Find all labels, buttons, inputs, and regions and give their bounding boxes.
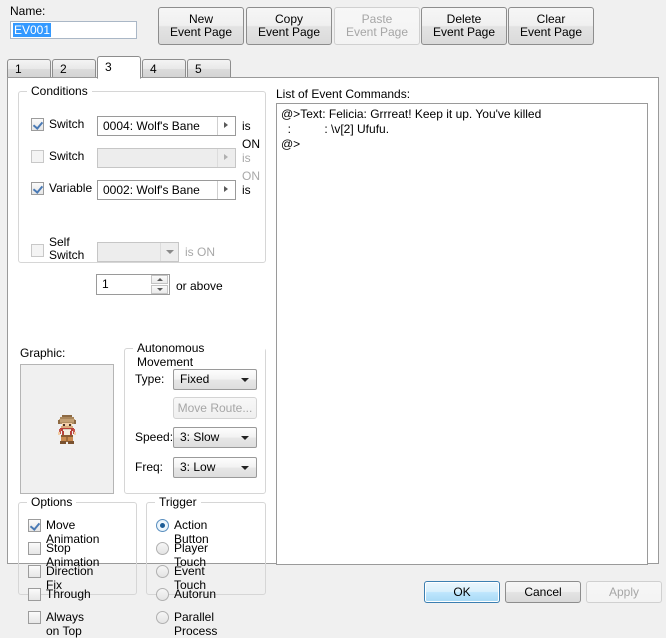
tab-page-1[interactable]: 1 [7, 59, 51, 78]
condition-self-switch-label: Self Switch [49, 236, 84, 262]
condition-variable-label: Variable [49, 181, 93, 195]
movement-speed-value: 3: Slow [180, 430, 220, 444]
command-list-label: List of Event Commands: [276, 87, 411, 101]
name-label: Name: [10, 4, 46, 18]
condition-switch-1-label: Switch [49, 117, 85, 131]
condition-switch-2-label: Switch [49, 149, 85, 163]
movement-speed-dropdown[interactable]: 3: Slow [173, 427, 257, 448]
condition-switch-2-combo [97, 148, 236, 168]
movement-freq-label: Freq: [135, 460, 164, 474]
ok-button[interactable]: OK [424, 581, 500, 603]
condition-self-switch-checkbox[interactable] [31, 244, 44, 257]
condition-variable-amount-input[interactable]: 1 [96, 274, 170, 295]
cancel-button[interactable]: Cancel [505, 581, 581, 603]
movement-type-dropdown[interactable]: Fixed [173, 369, 257, 390]
condition-variable-checkbox[interactable] [31, 182, 44, 195]
event-command-list[interactable]: @>Text: Felicia: Grrreat! Keep it up. Yo… [276, 103, 648, 565]
movement-speed-label: Speed: [135, 430, 174, 444]
option-always-on-top-checkbox[interactable] [28, 611, 41, 624]
event-page-tabstrip: 1 2 3 4 5 [7, 56, 659, 79]
condition-switch-1-checkbox[interactable] [31, 118, 44, 131]
trigger-action-button-radio[interactable] [156, 519, 169, 532]
condition-switch-1-combo[interactable]: 0004: Wolf's Bane [97, 116, 236, 136]
option-always-on-top-label: Always on Top [46, 610, 85, 638]
tab-page-5[interactable]: 5 [187, 59, 231, 78]
event-name-input[interactable]: EV001 [10, 21, 137, 39]
spinner-down-icon[interactable] [151, 285, 168, 294]
movement-freq-dropdown[interactable]: 3: Low [173, 457, 257, 478]
condition-variable-amount-value: 1 [102, 277, 109, 291]
new-event-page-button[interactable]: New Event Page [158, 7, 244, 45]
condition-variable-suffix: is [242, 183, 251, 197]
condition-self-switch-suffix: is ON [185, 245, 215, 259]
condition-switch-1-suffix: is ON [242, 119, 260, 151]
option-direction-fix-checkbox[interactable] [28, 565, 41, 578]
movement-freq-value: 3: Low [180, 460, 216, 474]
delete-event-page-line2: Event Page [432, 25, 496, 39]
options-group: Options Move Animation Stop Animation Di… [18, 495, 137, 638]
clear-event-page-button[interactable]: Clear Event Page [508, 7, 594, 45]
paste-event-page-button: Paste Event Page [334, 7, 420, 45]
trigger-event-touch-radio[interactable] [156, 565, 169, 578]
trigger-autorun-radio[interactable] [156, 588, 169, 601]
spinner-up-icon[interactable] [151, 275, 168, 284]
tab-page-4[interactable]: 4 [142, 59, 186, 78]
character-sprite-icon [55, 413, 79, 445]
trigger-parallel-process-radio[interactable] [156, 611, 169, 624]
tab-page-2[interactable]: 2 [52, 59, 96, 78]
condition-variable-value: 0002: Wolf's Bane [103, 183, 200, 197]
option-move-animation-checkbox[interactable] [28, 519, 41, 532]
conditions-group: Conditions Switch 0004: Wolf's Bane is O… [18, 84, 266, 263]
trigger-parallel-process-label: Parallel Process [174, 610, 218, 638]
conditions-title: Conditions [27, 84, 92, 98]
chevron-right-icon[interactable] [217, 117, 235, 135]
autonomous-movement-group: Autonomous Movement Type: Fixed Move Rou… [124, 341, 266, 494]
paste-event-page-line2: Event Page [345, 25, 409, 39]
chevron-right-icon [217, 149, 235, 167]
clear-event-page-line2: Event Page [519, 25, 583, 39]
chevron-down-icon [160, 243, 178, 261]
options-title: Options [27, 495, 77, 509]
move-route-button: Move Route... [173, 397, 257, 419]
option-through-label: Through [46, 587, 91, 601]
trigger-title: Trigger [155, 495, 201, 509]
graphic-preview[interactable] [20, 364, 114, 494]
dialog-header: Name: EV001 New Event Page Copy Event Pa… [0, 0, 666, 52]
event-page-panel: Conditions Switch 0004: Wolf's Bane is O… [7, 77, 659, 638]
condition-switch-2-suffix: is ON [242, 151, 260, 183]
condition-switch-2-checkbox[interactable] [31, 150, 44, 163]
copy-event-page-button[interactable]: Copy Event Page [246, 7, 332, 45]
condition-self-switch-label-line2: Switch [49, 248, 85, 262]
movement-type-value: Fixed [180, 372, 210, 386]
new-event-page-line2: Event Page [169, 25, 233, 39]
trigger-autorun-label: Autorun [174, 587, 217, 601]
option-through-checkbox[interactable] [28, 588, 41, 601]
trigger-player-touch-radio[interactable] [156, 542, 169, 555]
delete-event-page-button[interactable]: Delete Event Page [421, 7, 507, 45]
condition-variable-amount-suffix: or above [176, 279, 223, 293]
chevron-right-icon[interactable] [217, 181, 235, 199]
condition-self-switch-combo [97, 242, 179, 262]
condition-switch-1-value: 0004: Wolf's Bane [103, 119, 200, 133]
apply-button: Apply [586, 581, 662, 603]
tab-page-3[interactable]: 3 [97, 56, 141, 79]
condition-variable-combo[interactable]: 0002: Wolf's Bane [97, 180, 236, 200]
copy-event-page-line2: Event Page [257, 25, 321, 39]
option-stop-animation-checkbox[interactable] [28, 542, 41, 555]
trigger-group: Trigger Action Button Player Touch Event… [146, 495, 266, 638]
movement-type-label: Type: [135, 372, 165, 386]
graphic-label: Graphic: [20, 346, 66, 360]
event-name-value: EV001 [13, 23, 52, 37]
autonomous-movement-title: Autonomous Movement [133, 341, 265, 369]
